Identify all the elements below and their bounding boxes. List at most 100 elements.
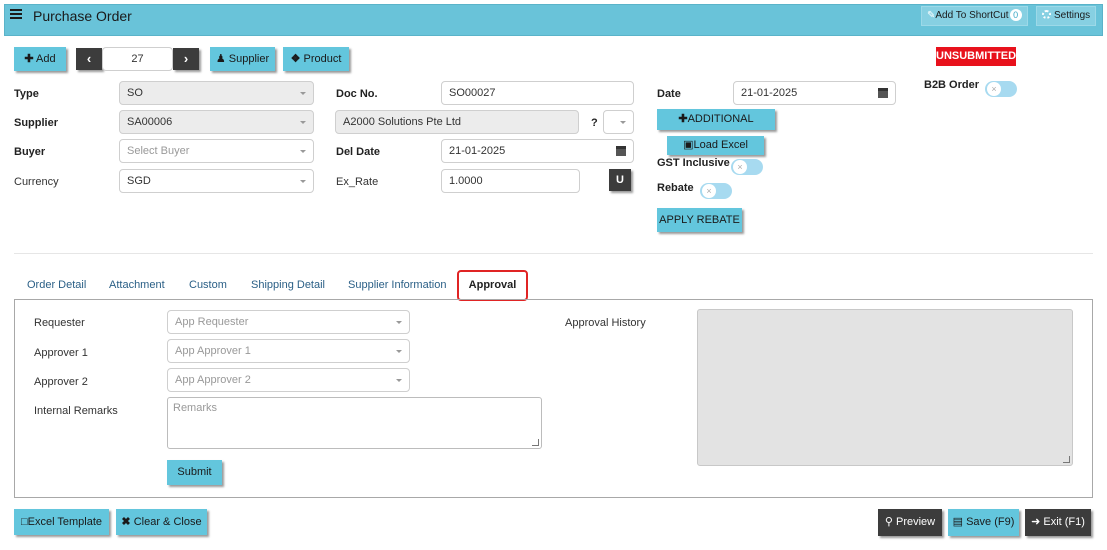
b2b-order-label: B2B Order bbox=[924, 79, 980, 91]
save-icon: ▤ bbox=[952, 516, 964, 528]
product-button-label: Product bbox=[303, 53, 342, 65]
chevron-left-icon: ‹ bbox=[86, 51, 92, 66]
tab-order-detail[interactable]: Order Detail bbox=[27, 279, 86, 291]
add-button[interactable]: ✚ Add bbox=[14, 47, 66, 71]
toggle-off-icon: × bbox=[733, 160, 747, 174]
supplier-select[interactable]: SA00006 bbox=[119, 110, 314, 134]
status-badge: UNSUBMITTED bbox=[936, 47, 1016, 66]
type-label: Type bbox=[14, 88, 39, 100]
exit-label: Exit (F1) bbox=[1043, 516, 1085, 528]
supplier-name-input[interactable]: A2000 Solutions Pte Ltd bbox=[335, 110, 579, 134]
type-value: SO bbox=[127, 87, 143, 99]
calendar-icon[interactable] bbox=[616, 146, 626, 156]
del-date-input[interactable]: 21-01-2025 bbox=[441, 139, 634, 163]
requester-select[interactable]: App Requester bbox=[167, 310, 410, 334]
apply-rebate-button[interactable]: APPLY REBATE bbox=[657, 208, 742, 232]
caret-down-icon bbox=[300, 92, 306, 95]
help-question-label: ? bbox=[591, 117, 598, 129]
ex-rate-input[interactable]: 1.0000 bbox=[441, 169, 580, 193]
preview-button[interactable]: ⚲ Preview bbox=[878, 509, 942, 536]
remarks-placeholder: Remarks bbox=[173, 402, 218, 414]
rebate-toggle[interactable]: × bbox=[700, 183, 732, 199]
settings-label: Settings bbox=[1054, 10, 1091, 21]
approver-1-placeholder: App Approver 1 bbox=[175, 345, 251, 357]
chevron-right-icon: › bbox=[183, 51, 189, 66]
plus-icon: ✚ bbox=[24, 53, 34, 65]
caret-down-icon bbox=[396, 379, 402, 382]
additional-label: ADDITIONAL bbox=[687, 113, 754, 125]
requester-placeholder: App Requester bbox=[175, 316, 249, 328]
date-value: 21-01-2025 bbox=[741, 87, 798, 99]
preview-label: Preview bbox=[896, 516, 936, 528]
close-icon: ✖ bbox=[121, 516, 131, 528]
del-date-label: Del Date bbox=[336, 146, 381, 158]
clear-close-button[interactable]: ✖ Clear & Close bbox=[116, 509, 207, 535]
approval-history-label: Approval History bbox=[565, 317, 646, 329]
tab-supplier-information[interactable]: Supplier Information bbox=[348, 279, 446, 291]
submit-button[interactable]: Submit bbox=[167, 460, 222, 485]
tab-attachment[interactable]: Attachment bbox=[109, 279, 165, 291]
currency-value: SGD bbox=[127, 175, 151, 187]
type-select[interactable]: SO bbox=[119, 81, 314, 105]
tab-shipping-detail[interactable]: Shipping Detail bbox=[251, 279, 325, 291]
supplier-value: SA00006 bbox=[127, 116, 173, 128]
approver-2-placeholder: App Approver 2 bbox=[175, 374, 251, 386]
save-label: Save (F9) bbox=[966, 516, 1015, 528]
additional-button[interactable]: ✚ADDITIONAL bbox=[657, 109, 775, 130]
doc-no-input[interactable]: SO00027 bbox=[441, 81, 634, 105]
toggle-off-icon: × bbox=[702, 184, 716, 198]
caret-down-icon bbox=[300, 150, 306, 153]
exit-button[interactable]: ➜ Exit (F1) bbox=[1025, 509, 1091, 536]
record-number-input[interactable]: 27 bbox=[102, 47, 173, 71]
b2b-order-toggle[interactable]: × bbox=[985, 81, 1017, 97]
ex-rate-label: Ex_Rate bbox=[336, 176, 379, 188]
doc-no-label: Doc No. bbox=[336, 88, 378, 100]
sign-out-icon: ➜ bbox=[1031, 516, 1041, 528]
menu-icon[interactable] bbox=[10, 9, 22, 21]
product-button[interactable]: ❖ Product bbox=[283, 47, 349, 71]
date-input[interactable]: 21-01-2025 bbox=[733, 81, 896, 105]
approver-2-select[interactable]: App Approver 2 bbox=[167, 368, 410, 392]
approval-history-box bbox=[697, 309, 1073, 466]
file-excel-icon: ▣ bbox=[683, 139, 694, 151]
buyer-placeholder: Select Buyer bbox=[127, 145, 190, 157]
approver-1-label: Approver 1 bbox=[34, 347, 88, 359]
excel-template-button[interactable]: □Excel Template bbox=[14, 509, 109, 535]
excel-template-label: Excel Template bbox=[27, 516, 103, 528]
supplier-label: Supplier bbox=[14, 117, 59, 129]
caret-down-icon bbox=[396, 350, 402, 353]
clear-close-label: Clear & Close bbox=[133, 516, 202, 528]
tab-custom[interactable]: Custom bbox=[189, 279, 227, 291]
remarks-textarea[interactable]: Remarks bbox=[167, 397, 542, 449]
gear-icon bbox=[1042, 10, 1051, 19]
file-icon: □ bbox=[20, 516, 28, 528]
update-rate-button[interactable]: U bbox=[609, 169, 631, 191]
section-divider bbox=[14, 253, 1093, 254]
caret-down-icon bbox=[300, 180, 306, 183]
shortcut-count-badge: 0 bbox=[1009, 9, 1022, 21]
caret-down-icon bbox=[300, 121, 306, 124]
supplier-button[interactable]: ♟ Supplier bbox=[210, 47, 275, 71]
user-icon: ♟ bbox=[215, 53, 226, 65]
resize-handle-icon[interactable] bbox=[1063, 456, 1070, 463]
gst-inclusive-toggle[interactable]: × bbox=[731, 159, 763, 175]
currency-select[interactable]: SGD bbox=[119, 169, 314, 193]
caret-down-icon bbox=[620, 121, 626, 124]
load-excel-button[interactable]: ▣Load Excel bbox=[667, 136, 764, 155]
resize-handle-icon[interactable] bbox=[532, 439, 539, 446]
previous-record-button[interactable]: ‹ bbox=[76, 48, 102, 70]
toggle-off-icon: × bbox=[987, 82, 1001, 96]
supplier-option-select[interactable] bbox=[603, 110, 634, 134]
add-to-shortcut-button[interactable]: ✎Add To ShortCut 0 bbox=[921, 6, 1028, 26]
calendar-icon[interactable] bbox=[878, 88, 888, 98]
settings-button[interactable]: Settings bbox=[1036, 6, 1097, 26]
save-button[interactable]: ▤ Save (F9) bbox=[948, 509, 1019, 536]
buyer-select[interactable]: Select Buyer bbox=[119, 139, 314, 163]
gst-inclusive-label: GST Inclusive bbox=[657, 157, 730, 169]
search-icon: ⚲ bbox=[884, 516, 893, 528]
approver-1-select[interactable]: App Approver 1 bbox=[167, 339, 410, 363]
rebate-label: Rebate bbox=[657, 182, 694, 194]
tab-approval[interactable]: Approval bbox=[457, 270, 528, 301]
next-record-button[interactable]: › bbox=[173, 48, 199, 70]
caret-down-icon bbox=[396, 321, 402, 324]
